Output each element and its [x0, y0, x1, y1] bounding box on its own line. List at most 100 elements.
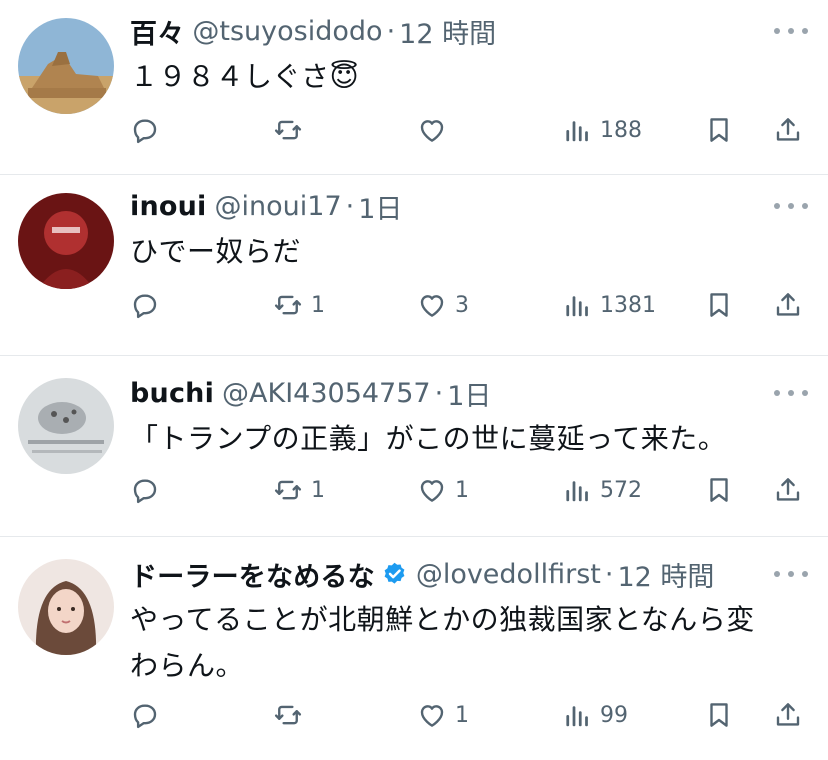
bookmark-button[interactable]	[704, 695, 734, 735]
user-handle[interactable]: @inoui17	[215, 191, 342, 222]
retweet-button[interactable]: 1	[273, 285, 325, 325]
tweet-3[interactable]: buchi @AKI43054757 · 1日 「トランプの正義」がこの世に蔓延…	[0, 356, 828, 537]
views-button[interactable]: 99	[562, 695, 628, 735]
bookmark-icon	[704, 475, 734, 505]
views-count: 188	[600, 117, 642, 143]
reply-button[interactable]	[130, 285, 168, 325]
bookmark-icon	[704, 700, 734, 730]
retweet-count: 1	[311, 292, 325, 318]
tweet-1[interactable]: 百々 @tsuyosidodo · 12 時間 １９８４しぐさ😇 188	[0, 0, 828, 175]
bookmark-icon	[704, 115, 734, 145]
tweet-text: やってることが北朝鮮とかの独裁国家となんら変 わらん。	[130, 597, 808, 689]
tweet-header: buchi @AKI43054757 · 1日	[130, 374, 808, 413]
views-button[interactable]: 572	[562, 470, 642, 510]
separator-dot: ·	[386, 15, 396, 47]
bookmark-button[interactable]	[704, 110, 734, 150]
more-dots-icon[interactable]	[774, 20, 808, 42]
avatar[interactable]	[18, 559, 114, 655]
share-button[interactable]	[773, 695, 803, 735]
heart-icon	[417, 475, 447, 505]
avatar[interactable]	[18, 193, 114, 289]
views-count: 99	[600, 702, 628, 728]
avatar-sphinx-image	[18, 18, 114, 114]
avatar-leopard-sketch-image	[18, 378, 114, 474]
user-handle[interactable]: @lovedollfirst	[416, 559, 601, 590]
like-button[interactable]	[417, 110, 455, 150]
like-count: 3	[455, 292, 469, 318]
heart-icon	[417, 115, 447, 145]
retweet-arrows-icon	[273, 290, 303, 320]
heart-icon	[417, 290, 447, 320]
bookmark-button[interactable]	[704, 470, 734, 510]
avatar[interactable]	[18, 18, 114, 114]
retweet-arrows-icon	[273, 475, 303, 505]
share-upload-icon	[773, 700, 803, 730]
views-count: 572	[600, 477, 642, 503]
tweet-header: ドーラーをなめるな @lovedollfirst · 12 時間	[130, 555, 808, 594]
heart-icon	[417, 700, 447, 730]
views-button[interactable]: 1381	[562, 285, 656, 325]
tweet-header: 百々 @tsuyosidodo · 12 時間	[130, 12, 808, 51]
tweet-text-line-2: わらん。	[130, 649, 245, 682]
bookmark-icon	[704, 290, 734, 320]
bar-chart-icon	[562, 475, 592, 505]
like-button[interactable]: 1	[417, 470, 469, 510]
share-button[interactable]	[773, 470, 803, 510]
speech-bubble-icon	[130, 115, 160, 145]
timestamp[interactable]: 12 時間	[399, 12, 496, 51]
retweet-arrows-icon	[273, 700, 303, 730]
user-handle[interactable]: @tsuyosidodo	[192, 16, 382, 47]
action-bar: 1 1 572	[130, 470, 808, 510]
reply-button[interactable]	[130, 695, 168, 735]
avatar-doll-portrait-image	[18, 559, 114, 655]
separator-dot: ·	[604, 558, 614, 590]
retweet-count: 1	[311, 477, 325, 503]
reply-feed: 百々 @tsuyosidodo · 12 時間 １９８４しぐさ😇 188 ino…	[0, 0, 828, 760]
display-name[interactable]: ドーラーをなめるな	[130, 555, 375, 594]
reply-button[interactable]	[130, 470, 168, 510]
bar-chart-icon	[562, 700, 592, 730]
separator-dot: ·	[434, 377, 444, 409]
action-bar: 188	[130, 110, 808, 150]
like-count: 1	[455, 477, 469, 503]
views-count: 1381	[600, 292, 656, 318]
like-button[interactable]: 1	[417, 695, 469, 735]
share-upload-icon	[773, 290, 803, 320]
timestamp[interactable]: 1日	[358, 187, 402, 226]
timestamp[interactable]: 12 時間	[617, 555, 714, 594]
tweet-text: 「トランプの正義」がこの世に蔓延って来た。	[130, 422, 727, 455]
retweet-button[interactable]	[273, 695, 311, 735]
more-dots-icon[interactable]	[774, 382, 808, 404]
separator-dot: ·	[345, 190, 355, 222]
retweet-button[interactable]	[273, 110, 311, 150]
bookmark-button[interactable]	[704, 285, 734, 325]
timestamp[interactable]: 1日	[447, 374, 491, 413]
more-dots-icon[interactable]	[774, 563, 808, 585]
like-count: 1	[455, 702, 469, 728]
avatar-red-portrait-image	[18, 193, 114, 289]
share-button[interactable]	[773, 285, 803, 325]
display-name[interactable]: 百々	[130, 12, 184, 51]
tweet-header: inoui @inoui17 · 1日	[130, 187, 808, 226]
tweet-2[interactable]: inoui @inoui17 · 1日 ひでー奴らだ 1 3 1381	[0, 175, 828, 356]
speech-bubble-icon	[130, 475, 160, 505]
share-button[interactable]	[773, 110, 803, 150]
share-upload-icon	[773, 115, 803, 145]
tweet-text: １９８４しぐさ😇	[130, 60, 360, 93]
user-handle[interactable]: @AKI43054757	[222, 378, 431, 409]
share-upload-icon	[773, 475, 803, 505]
bar-chart-icon	[562, 290, 592, 320]
display-name[interactable]: inoui	[130, 191, 207, 222]
avatar[interactable]	[18, 378, 114, 474]
speech-bubble-icon	[130, 290, 160, 320]
retweet-arrows-icon	[273, 115, 303, 145]
display-name[interactable]: buchi	[130, 378, 214, 409]
more-dots-icon[interactable]	[774, 195, 808, 217]
retweet-button[interactable]: 1	[273, 470, 325, 510]
tweet-text-line-1: やってることが北朝鮮とかの独裁国家となんら変	[130, 603, 755, 636]
like-button[interactable]: 3	[417, 285, 469, 325]
bar-chart-icon	[562, 115, 592, 145]
views-button[interactable]: 188	[562, 110, 642, 150]
tweet-4[interactable]: ドーラーをなめるな @lovedollfirst · 12 時間 やってることが…	[0, 537, 828, 760]
reply-button[interactable]	[130, 110, 168, 150]
